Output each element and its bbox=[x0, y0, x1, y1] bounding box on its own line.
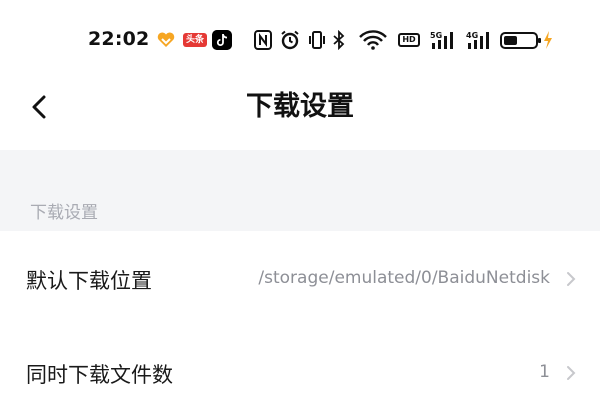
bluetooth-icon bbox=[333, 30, 345, 50]
vibrate-icon bbox=[309, 31, 325, 49]
row-label: 同时下载文件数 bbox=[26, 363, 173, 387]
tiktok-app-icon bbox=[212, 30, 232, 50]
hd-icon: HD bbox=[398, 33, 420, 47]
svg-text:4G: 4G bbox=[466, 31, 478, 40]
row-value: 1 bbox=[539, 362, 550, 382]
battery-icon bbox=[500, 31, 552, 49]
news-app-icon: 头条 bbox=[183, 33, 207, 47]
alarm-icon bbox=[281, 30, 299, 50]
screen: 22:02 头条 HD 5G 4G 下载设置 下载设置 默认下载位置 /stor… bbox=[0, 0, 600, 400]
nfc-icon bbox=[254, 30, 272, 50]
heart-app-icon bbox=[157, 32, 175, 47]
page-title: 下载设置 bbox=[246, 91, 354, 122]
status-time: 22:02 bbox=[88, 28, 150, 50]
status-bar: 22:02 头条 HD 5G 4G bbox=[0, 0, 600, 80]
concurrent-downloads-row[interactable]: 同时下载文件数 1 bbox=[0, 325, 600, 400]
signal-4g-icon: 4G bbox=[466, 31, 489, 49]
default-download-location-row[interactable]: 默认下载位置 /storage/emulated/0/BaiduNetdisk bbox=[0, 231, 600, 325]
row-label: 默认下载位置 bbox=[26, 269, 152, 293]
chevron-right-icon bbox=[567, 272, 576, 286]
svg-text:5G: 5G bbox=[430, 31, 442, 40]
title-bar: 下载设置 bbox=[0, 80, 600, 150]
section-header: 下载设置 bbox=[30, 203, 98, 223]
wifi-icon bbox=[359, 30, 387, 50]
row-value: /storage/emulated/0/BaiduNetdisk bbox=[258, 268, 550, 288]
signal-5g-icon: 5G bbox=[430, 31, 453, 49]
chevron-right-icon bbox=[567, 366, 576, 380]
